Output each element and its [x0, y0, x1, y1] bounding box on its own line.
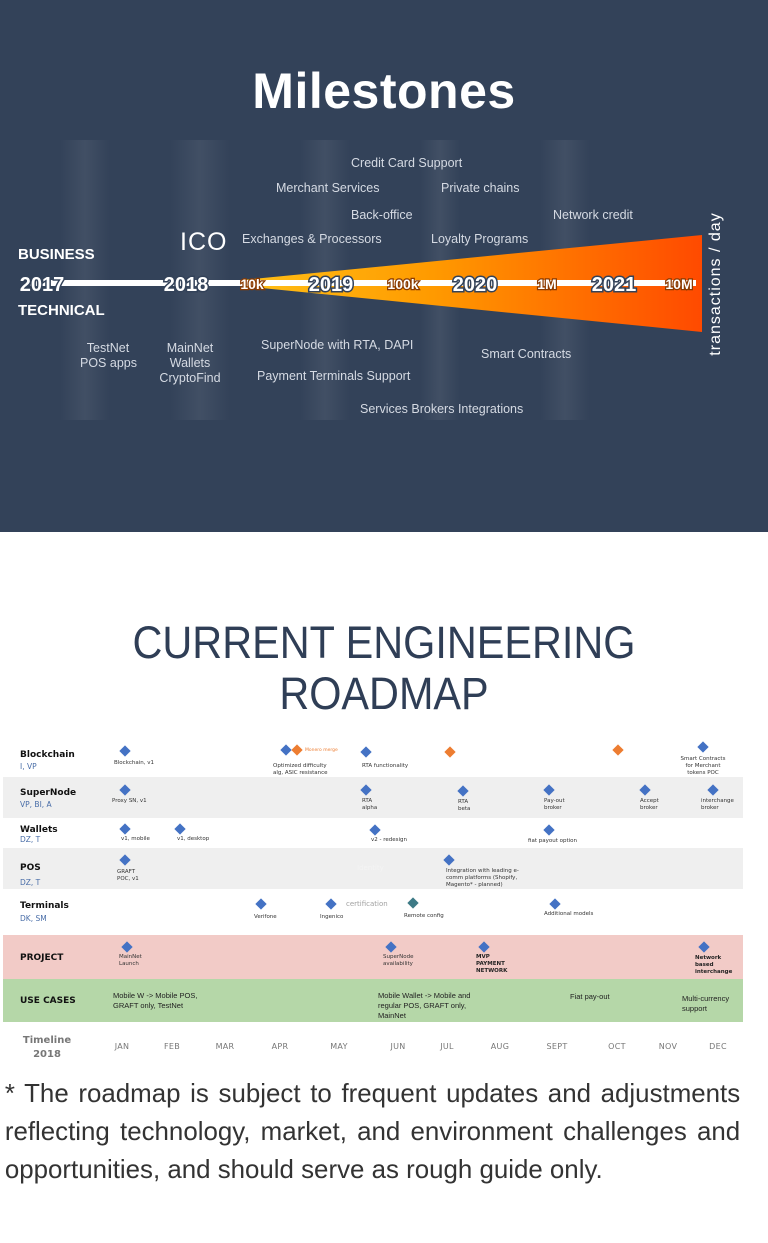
diamond-icon — [280, 744, 292, 756]
faint-note: Identity — [357, 864, 384, 872]
business-item: Loyalty Programs — [431, 232, 529, 246]
year-label: 2020 — [453, 274, 498, 296]
use-case: Mobile W -> Mobile POS, GRAFT only, Test… — [113, 991, 198, 1010]
month-label: AUG — [490, 1042, 510, 1051]
month-label: APR — [271, 1042, 289, 1051]
technical-item: Payment Terminals Support — [257, 369, 411, 383]
milestones-timeline: 2017 2018 2019 2020 2021 10k 100k 1M 10M — [18, 235, 702, 332]
business-item: Network credit — [553, 208, 633, 222]
business-item: Credit Card Support — [351, 156, 463, 170]
month-label: DEC — [709, 1042, 727, 1051]
month-label: MAR — [215, 1042, 235, 1051]
volume-label: 10M — [665, 276, 692, 292]
ico-label: ICO — [180, 228, 228, 256]
technical-item: SuperNode with RTA, DAPI — [261, 338, 414, 352]
diamond-icon — [444, 746, 456, 758]
diamond-icon — [407, 897, 419, 909]
lane-owner: DK, SM — [20, 914, 47, 923]
milestones-section: Milestones 2017 2018 2019 2020 2021 10k 100k 1M… — [0, 0, 768, 532]
year-label: 2019 — [309, 274, 354, 296]
lane-owner: I, VP — [20, 762, 37, 771]
lane-name: USE CASES — [20, 996, 76, 1006]
diamond-icon — [612, 744, 624, 756]
diamond-icon — [549, 898, 561, 910]
diamond-icon — [119, 745, 131, 757]
diamond-icon — [174, 823, 186, 835]
lane-bg-project — [3, 935, 743, 979]
lane-name: PROJECT — [20, 953, 64, 963]
diamond-icon — [697, 741, 709, 753]
diamond-icon — [543, 824, 555, 836]
month-label: JAN — [114, 1042, 130, 1051]
year-label: 2021 — [592, 274, 637, 296]
lane-owner: DZ, T — [20, 878, 41, 887]
certification-note: certification — [346, 900, 388, 908]
volume-label: 10k — [240, 276, 264, 292]
diamond-icon — [291, 744, 303, 756]
diamond-icon — [325, 898, 337, 910]
lane-name: Wallets — [20, 825, 58, 835]
business-item: Back-office — [351, 208, 413, 222]
lane-owner: VP, BI, A — [20, 800, 52, 809]
month-label: FEB — [163, 1042, 181, 1051]
technical-label: TECHNICAL — [18, 302, 105, 319]
diamond-icon — [119, 823, 131, 835]
year-label: 2018 — [164, 274, 209, 296]
technical-item: Smart Contracts — [481, 347, 572, 361]
month-label: MAY — [330, 1042, 348, 1051]
lane-owner: DZ, T — [20, 835, 41, 844]
month-label: NOV — [658, 1042, 678, 1051]
roadmap-title: CURRENT ENGINEERING ROADMAP — [132, 617, 636, 719]
month-label: JUN — [390, 1042, 406, 1051]
technical-item: MainNet Wallets CryptoFind — [159, 341, 221, 385]
business-item: Private chains — [441, 181, 520, 195]
year-label: 2017 — [20, 274, 65, 296]
roadmap-chart: Blockchain I, VP SuperNode VP, BI, A Wal… — [0, 735, 768, 1070]
technical-item: TestNet POS apps — [80, 341, 137, 370]
disclaimer-text: * The roadmap is subject to frequent upd… — [4, 1078, 741, 1184]
volume-label: 100k — [387, 276, 418, 292]
month-label: OCT — [608, 1042, 626, 1051]
technical-item: Services Brokers Integrations — [360, 402, 524, 416]
month-label: JUL — [440, 1042, 454, 1051]
use-case: Mobile Wallet -> Mobile and regular POS,… — [378, 991, 471, 1020]
diamond-icon — [360, 746, 372, 758]
use-case: Fiat pay-out — [570, 992, 610, 1001]
volume-label: 1M — [537, 276, 556, 292]
business-label: BUSINESS — [18, 246, 95, 263]
month-label: SEPT — [546, 1042, 568, 1051]
lane-name: Terminals — [20, 901, 69, 911]
lane-name: Blockchain — [20, 750, 75, 760]
diamond-icon — [369, 824, 381, 836]
business-item: Merchant Services — [276, 181, 380, 195]
business-item: Exchanges & Processors — [242, 232, 382, 246]
use-case: Multi-currency support — [682, 994, 730, 1013]
timeline-label: Timeline 2018 — [22, 1035, 72, 1060]
diamond-icon — [255, 898, 267, 910]
lane-name: POS — [20, 863, 41, 873]
lane-name: SuperNode — [20, 788, 77, 798]
